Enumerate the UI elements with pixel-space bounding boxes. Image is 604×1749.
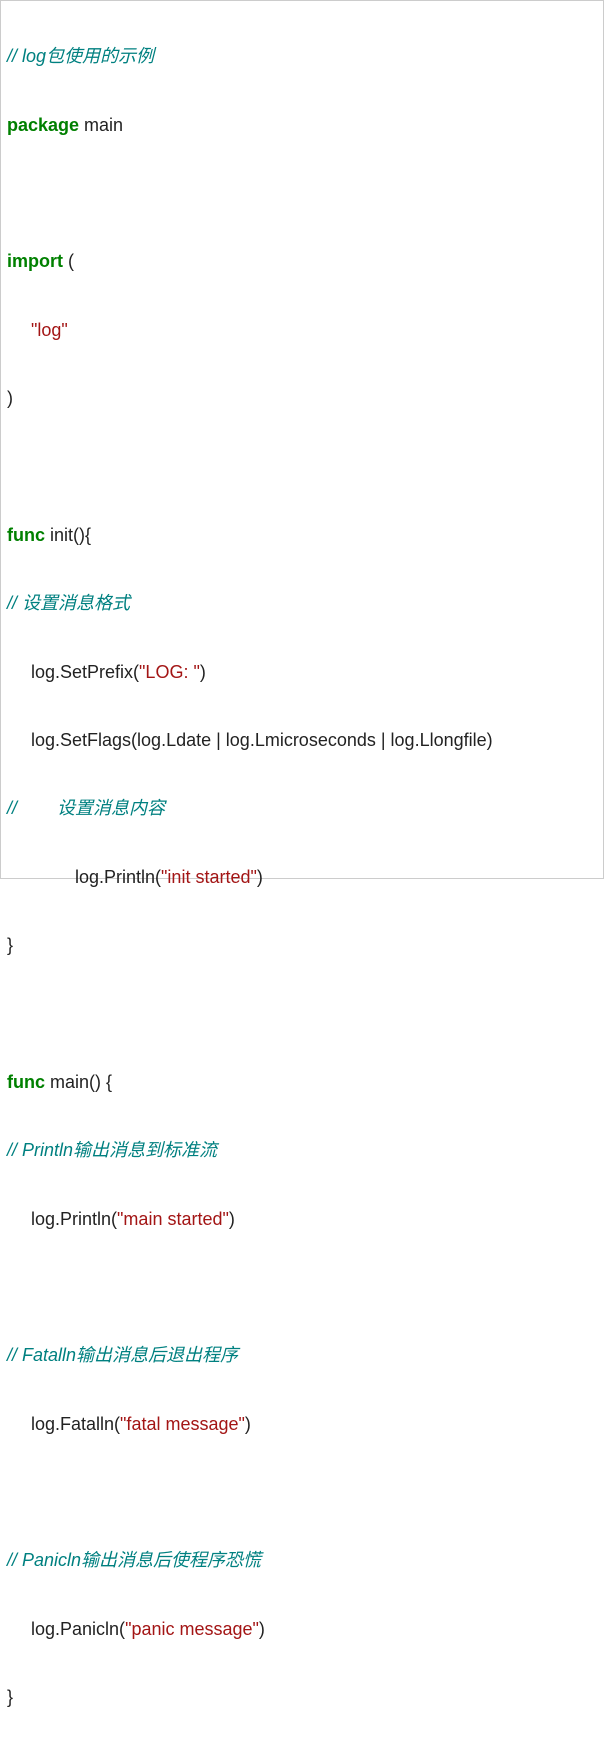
string-literal: "LOG: " — [139, 662, 200, 682]
code-text: log.Println( — [75, 867, 161, 887]
string-literal: "fatal message" — [120, 1414, 245, 1434]
code-block: // log包使用的示例 package main import ( "log"… — [7, 5, 597, 1749]
comment: // 设置消息格式 — [7, 593, 130, 613]
code-line: // Println输出消息到标准流 — [7, 1133, 597, 1167]
code-line: // Fatalln输出消息后退出程序 — [7, 1338, 597, 1372]
code-text: log.SetPrefix( — [31, 662, 139, 682]
code-line: import ( — [7, 244, 597, 278]
code-line: } — [7, 928, 597, 962]
blank-line — [7, 1270, 597, 1304]
code-text: main() { — [45, 1072, 112, 1092]
code-text: } — [7, 935, 13, 955]
blank-line — [7, 449, 597, 483]
string-literal: "panic message" — [125, 1619, 259, 1639]
keyword: func — [7, 525, 45, 545]
code-text: log.Println( — [31, 1209, 117, 1229]
comment: // 设置消息内容 — [7, 798, 165, 818]
code-line: "log" — [7, 313, 597, 347]
keyword: package — [7, 115, 79, 135]
string-literal: "main started" — [117, 1209, 229, 1229]
code-line: log.Fatalln("fatal message") — [7, 1407, 597, 1441]
blank-line — [7, 176, 597, 210]
code-line: log.Panicln("panic message") — [7, 1612, 597, 1646]
code-text: ) — [229, 1209, 235, 1229]
comment: // Println输出消息到标准流 — [7, 1140, 217, 1160]
code-line: // 设置消息内容 — [7, 791, 597, 825]
string-literal: "init started" — [161, 867, 257, 887]
code-text: ) — [200, 662, 206, 682]
code-line: } — [7, 1680, 597, 1714]
code-line: func main() { — [7, 1065, 597, 1099]
code-text: ( — [63, 251, 74, 271]
keyword: func — [7, 1072, 45, 1092]
code-text: log.Panicln( — [31, 1619, 125, 1639]
code-line: log.Println("main started") — [7, 1202, 597, 1236]
code-line: package main — [7, 108, 597, 142]
code-line: func init(){ — [7, 518, 597, 552]
code-line: log.SetPrefix("LOG: ") — [7, 655, 597, 689]
code-line: // Panicln输出消息后使程序恐慌 — [7, 1543, 597, 1577]
code-text: } — [7, 1687, 13, 1707]
code-line: // 设置消息格式 — [7, 586, 597, 620]
code-text: ) — [259, 1619, 265, 1639]
blank-line — [7, 1475, 597, 1509]
code-text: main — [79, 115, 123, 135]
code-text: ) — [7, 388, 13, 408]
code-text: ) — [245, 1414, 251, 1434]
keyword: import — [7, 251, 63, 271]
code-text: ) — [257, 867, 263, 887]
code-text: init(){ — [45, 525, 91, 545]
code-text: log.Fatalln( — [31, 1414, 120, 1434]
string-literal: "log" — [31, 320, 68, 340]
code-text: log.SetFlags(log.Ldate | log.Lmicrosecon… — [31, 730, 493, 750]
blank-line — [7, 996, 597, 1030]
code-line: ) — [7, 381, 597, 415]
comment: // log包使用的示例 — [7, 46, 154, 66]
code-line: log.SetFlags(log.Ldate | log.Lmicrosecon… — [7, 723, 597, 757]
code-line: log.Println("init started") — [7, 860, 597, 894]
code-line: // log包使用的示例 — [7, 39, 597, 73]
comment: // Panicln输出消息后使程序恐慌 — [7, 1550, 261, 1570]
comment: // Fatalln输出消息后退出程序 — [7, 1345, 238, 1365]
